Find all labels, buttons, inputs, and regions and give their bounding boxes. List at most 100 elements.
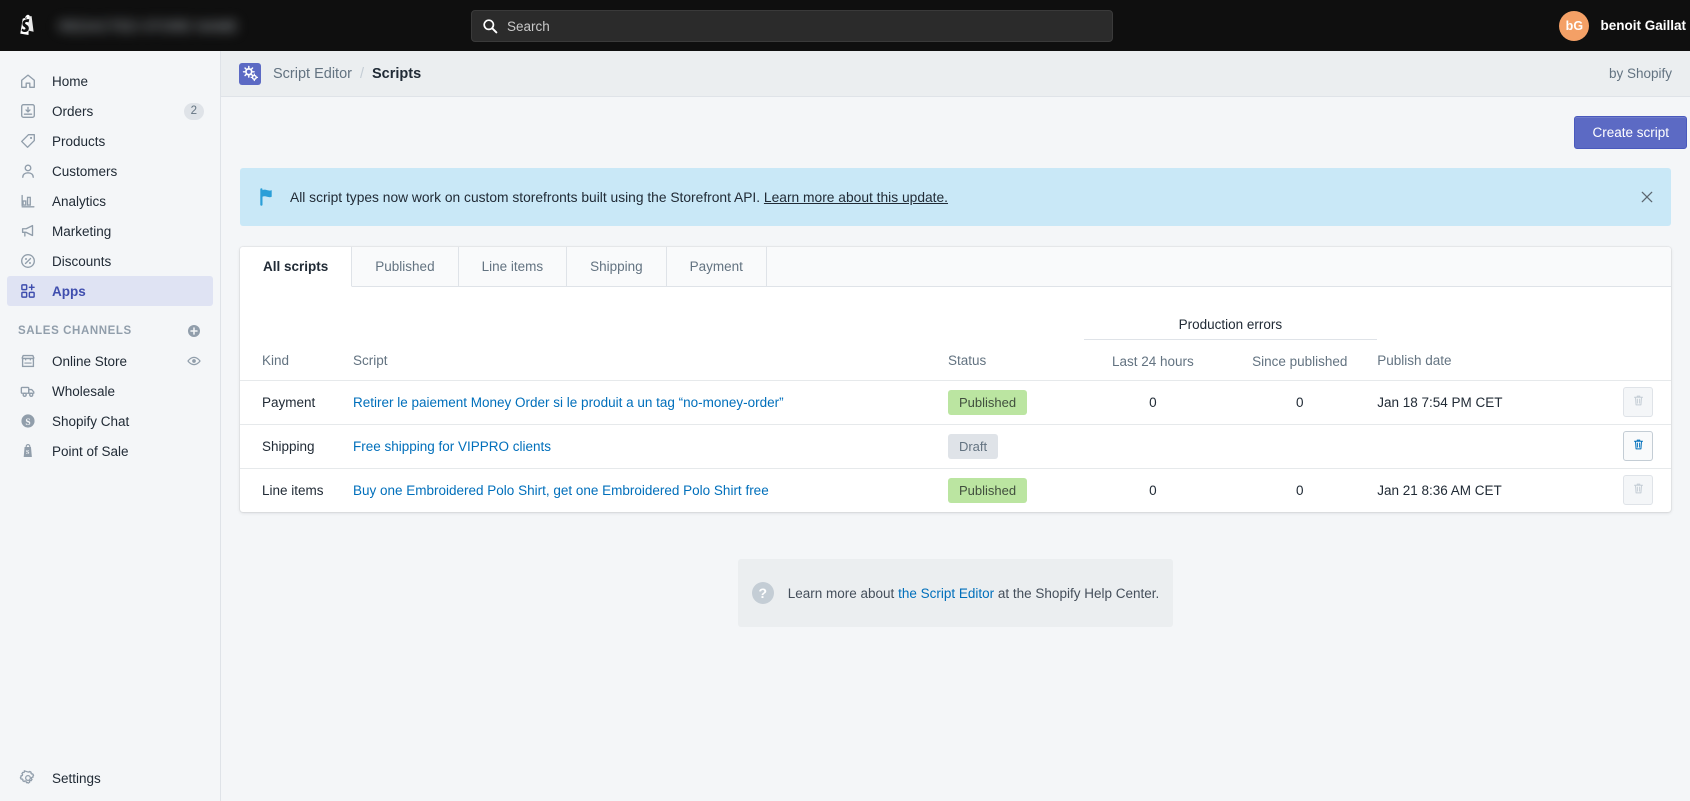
sidebar-item-home[interactable]: Home [7, 66, 213, 96]
create-script-button[interactable]: Create script [1574, 116, 1687, 149]
search-icon [482, 18, 498, 34]
help-text-after: at the Shopify Help Center. [997, 585, 1160, 601]
sidebar-item-label: Settings [52, 770, 101, 786]
status-badge: Draft [947, 433, 999, 459]
row-script: Retirer le paiement Money Order si le pr… [352, 380, 948, 425]
column-header-script: Script [352, 339, 948, 381]
sidebar-item-label: Products [52, 133, 106, 149]
user-menu[interactable]: bG benoit Gaillat [1559, 0, 1690, 51]
gear-icon [18, 768, 38, 788]
table-row: Payment Retirer le paiement Money Order … [240, 380, 1671, 425]
question-mark-icon: ? [751, 582, 774, 604]
row-kind: Shipping [240, 424, 353, 469]
tab-shipping[interactable]: Shipping [567, 247, 667, 286]
sidebar-item-marketing[interactable]: Marketing [7, 216, 213, 246]
customers-person-icon [18, 161, 38, 181]
delete-script-button[interactable] [1623, 431, 1653, 461]
storefront-icon [18, 351, 38, 371]
sidebar-item-online-store[interactable]: Online Store [7, 346, 213, 376]
script-editor-help-link[interactable]: the Script Editor [898, 586, 994, 601]
sidebar-item-discounts[interactable]: Discounts [7, 246, 213, 276]
sidebar-item-wholesale[interactable]: Wholesale [7, 376, 213, 406]
orders-count-badge: 2 [183, 102, 204, 120]
global-search[interactable] [471, 10, 1113, 42]
sales-channels-title: SALES CHANNELS [18, 325, 132, 337]
tab-published[interactable]: Published [352, 247, 459, 286]
wholesale-truck-icon [18, 381, 38, 401]
script-link[interactable]: Free shipping for VIPPRO clients [353, 439, 551, 454]
scripts-table: Production errors Kind Script Status Las… [240, 287, 1671, 512]
row-status: Published [947, 380, 1084, 425]
production-errors-group-label: Production errors [1178, 316, 1283, 332]
banner-learn-more-link[interactable]: Learn more about this update. [764, 190, 948, 205]
banner-message: All script types now work on custom stor… [290, 189, 761, 205]
breadcrumb-parent[interactable]: Script Editor [273, 66, 352, 82]
delete-script-button[interactable] [1623, 387, 1653, 417]
sidebar-item-customers[interactable]: Customers [7, 156, 213, 186]
trash-icon [1632, 482, 1645, 498]
script-link[interactable]: Retirer le paiement Money Order si le pr… [353, 395, 784, 410]
column-header-status: Status [947, 339, 1084, 381]
sidebar-item-orders[interactable]: Orders 2 [7, 96, 213, 126]
script-link[interactable]: Buy one Embroidered Polo Shirt, get one … [353, 483, 769, 498]
main-content: Script Editor / Scripts by Shopify Creat… [221, 51, 1690, 801]
avatar: bG [1559, 10, 1590, 41]
table-row: Shipping Free shipping for VIPPRO client… [240, 424, 1671, 469]
row-kind: Line items [262, 482, 324, 498]
column-header-last-24-hours: Last 24 hours [1083, 339, 1223, 381]
row-publish-date: Jan 21 8:36 AM CET [1377, 482, 1502, 498]
shopify-logo-icon[interactable] [13, 9, 43, 43]
eye-icon[interactable] [186, 353, 202, 369]
sidebar-item-point-of-sale[interactable]: S Point of Sale [7, 436, 213, 466]
products-tag-icon [18, 131, 38, 151]
help-footer: ? Learn more about the Script Editor at … [738, 559, 1173, 627]
scripts-tabs: All scripts Published Line items Shippin… [240, 247, 1671, 287]
row-status: Published [947, 468, 1084, 512]
table-row: Line items Buy one Embroidered Polo Shir… [240, 468, 1671, 512]
svg-text:S: S [26, 449, 30, 456]
scripts-card: All scripts Published Line items Shippin… [240, 247, 1671, 512]
discounts-percent-icon [18, 251, 38, 271]
tab-payment[interactable]: Payment [667, 247, 767, 286]
sidebar-item-settings[interactable]: Settings [7, 763, 214, 793]
status-badge: Published [947, 389, 1028, 415]
row-last-24-hours: 0 [1149, 482, 1157, 498]
row-actions [1573, 380, 1671, 425]
sidebar-item-shopify-chat[interactable]: S Shopify Chat [7, 406, 213, 436]
sidebar-item-products[interactable]: Products [7, 126, 213, 156]
row-publish-date [1377, 424, 1574, 469]
svg-text:S: S [25, 418, 30, 428]
apps-grid-plus-icon [18, 281, 38, 301]
flag-icon [252, 186, 282, 208]
app-header: Script Editor / Scripts by Shopify [221, 51, 1690, 97]
column-header-since-published: Since published [1222, 339, 1378, 381]
sales-channels-header: SALES CHANNELS [18, 316, 202, 346]
user-name: benoit Gaillat [1600, 18, 1686, 33]
trash-icon [1632, 394, 1645, 410]
row-script: Buy one Embroidered Polo Shirt, get one … [353, 468, 948, 512]
sidebar-item-label: Shopify Chat [52, 413, 130, 429]
close-icon[interactable] [1637, 187, 1657, 207]
row-since-published [1222, 424, 1378, 469]
sidebar-settings-row: Settings [0, 763, 220, 793]
tab-line-items[interactable]: Line items [459, 247, 568, 286]
help-text: Learn more about the Script Editor at th… [788, 586, 1160, 601]
delete-script-button[interactable] [1623, 475, 1653, 506]
row-last-24-hours [1083, 424, 1223, 469]
row-kind: Payment [240, 380, 353, 425]
sidebar-item-label: Customers [52, 163, 118, 179]
help-text-before: Learn more about [787, 585, 895, 601]
status-badge: Published [947, 477, 1028, 503]
search-input[interactable] [507, 18, 1112, 34]
row-publish-date: Jan 18 7:54 PM CET [1377, 380, 1574, 425]
sidebar-item-analytics[interactable]: Analytics [7, 186, 213, 216]
sidebar-item-apps[interactable]: Apps [7, 276, 213, 306]
app-byline: by Shopify [1608, 66, 1672, 81]
tab-all-scripts[interactable]: All scripts [240, 247, 353, 287]
sidebar-item-label: Apps [52, 283, 86, 299]
column-header-actions [1573, 339, 1671, 381]
add-circle-icon[interactable] [186, 323, 202, 339]
sidebar-item-label: Analytics [52, 193, 107, 209]
script-editor-gears-icon [239, 62, 261, 85]
